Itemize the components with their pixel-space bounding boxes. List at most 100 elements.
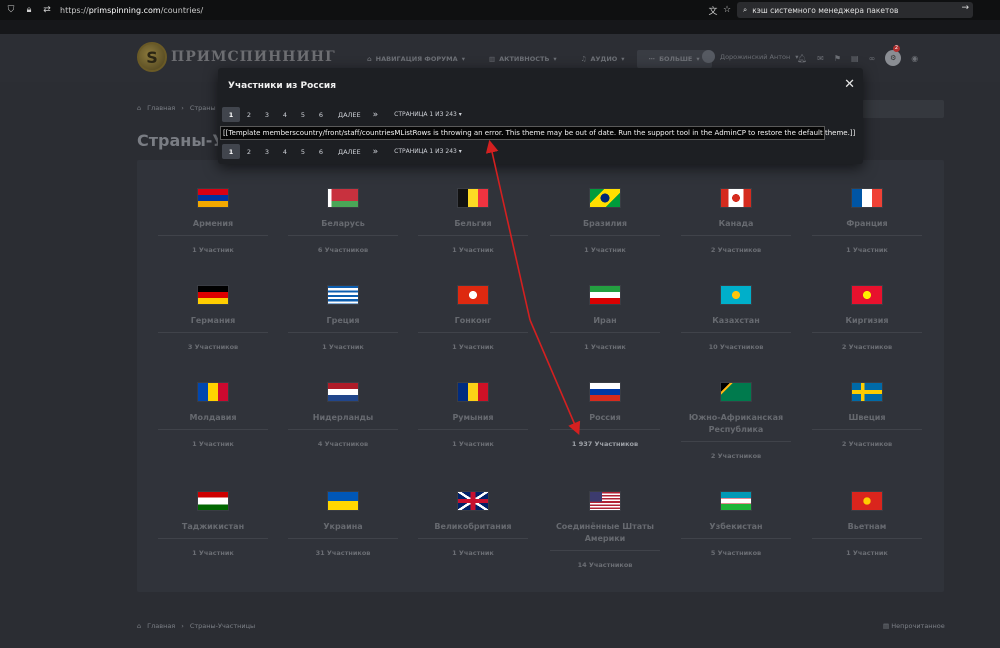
account-icon[interactable]: ⚙ <box>885 50 902 66</box>
page-jump-dropdown[interactable]: СТРАНИЦА 1 ИЗ 243 ▾ <box>394 111 462 118</box>
country-name[interactable]: Армения <box>158 218 268 230</box>
link-icon[interactable]: ∞ <box>869 54 876 63</box>
last-page-link[interactable]: » <box>373 110 379 120</box>
country-count[interactable]: 1 Участник <box>418 246 528 254</box>
mail-icon[interactable]: ✉ <box>817 54 824 63</box>
country-card[interactable]: Бразилия 1 Участник <box>550 188 660 254</box>
country-count[interactable]: 3 Участников <box>158 343 268 351</box>
country-name[interactable]: Беларусь <box>288 218 398 230</box>
country-count[interactable]: 2 Участников <box>812 440 922 448</box>
country-card[interactable]: Вьетнам 1 Участник <box>812 491 922 557</box>
country-count[interactable]: 2 Участников <box>681 246 791 254</box>
country-card[interactable]: Великобритания 1 Участник <box>418 491 528 557</box>
country-count[interactable]: 4 Участников <box>288 440 398 448</box>
country-name[interactable]: Таджикистан <box>158 521 268 533</box>
country-count[interactable]: 10 Участников <box>681 343 791 351</box>
country-name[interactable]: Южно-Африканская Республика <box>681 412 791 436</box>
footer-breadcrumb-home[interactable]: Главная <box>147 622 175 630</box>
country-card[interactable]: Канада 2 Участников <box>681 188 791 254</box>
country-count[interactable]: 14 Участников <box>550 561 660 569</box>
flag-icon[interactable]: ⚑ <box>834 54 841 63</box>
country-name[interactable]: Молдавия <box>158 412 268 424</box>
breadcrumb-home[interactable]: Главная <box>147 104 175 112</box>
country-count[interactable]: 1 Участник <box>550 246 660 254</box>
country-card[interactable]: Таджикистан 1 Участник <box>158 491 268 557</box>
page-link-2[interactable]: 2 <box>240 144 258 159</box>
country-count[interactable]: 1 Участник <box>812 246 922 254</box>
country-card[interactable]: Узбекистан 5 Участников <box>681 491 791 557</box>
next-page-link[interactable]: ДАЛЕЕ <box>338 111 361 119</box>
country-count[interactable]: 1 Участник <box>418 343 528 351</box>
page-jump-dropdown[interactable]: СТРАНИЦА 1 ИЗ 243 ▾ <box>394 148 462 155</box>
search-go-icon[interactable]: → <box>961 3 969 13</box>
close-icon[interactable]: ✕ <box>844 77 855 92</box>
page-link-4[interactable]: 4 <box>276 107 294 122</box>
country-card[interactable]: Румыния 1 Участник <box>418 382 528 448</box>
country-card[interactable]: Соединённые Штаты Америки 14 Участников <box>550 491 660 569</box>
country-name[interactable]: Соединённые Штаты Америки <box>550 521 660 545</box>
country-count[interactable]: 2 Участников <box>681 452 791 460</box>
page-link-5[interactable]: 5 <box>294 144 312 159</box>
country-card[interactable]: Украина 31 Участников <box>288 491 398 557</box>
country-name[interactable]: Иран <box>550 315 660 327</box>
next-page-link[interactable]: ДАЛЕЕ <box>338 148 361 156</box>
country-count[interactable]: 1 Участник <box>158 440 268 448</box>
country-name[interactable]: Украина <box>288 521 398 533</box>
country-card[interactable]: Россия 1 937 Участников <box>550 382 660 448</box>
nav-forum[interactable]: ⌂ НАВИГАЦИЯ ФОРУМА ▾ <box>355 50 477 68</box>
country-name[interactable]: Бельгия <box>418 218 528 230</box>
country-card[interactable]: Бельгия 1 Участник <box>418 188 528 254</box>
country-name[interactable]: Киргизия <box>812 315 922 327</box>
country-count[interactable]: 2 Участников <box>812 343 922 351</box>
unread-link[interactable]: ▤ Непрочитанное <box>883 622 945 630</box>
country-card[interactable]: Иран 1 Участник <box>550 285 660 351</box>
country-count[interactable]: 6 Участников <box>288 246 398 254</box>
country-name[interactable]: Вьетнам <box>812 521 922 533</box>
country-name[interactable]: Бразилия <box>550 218 660 230</box>
country-count-russia[interactable]: 1 937 Участников <box>550 440 660 448</box>
translate-icon[interactable]: 文 <box>706 3 720 17</box>
country-name[interactable]: Россия <box>550 412 660 424</box>
country-card[interactable]: Швеция 2 Участников <box>812 382 922 448</box>
country-count[interactable]: 31 Участников <box>288 549 398 557</box>
country-card[interactable]: Германия 3 Участников <box>158 285 268 351</box>
nav-audio[interactable]: ♫ АУДИО ▾ <box>569 50 637 68</box>
country-count[interactable]: 1 Участник <box>418 440 528 448</box>
bell-icon[interactable]: 🔔︎ <box>797 54 807 63</box>
country-name[interactable]: Гонконг <box>418 315 528 327</box>
page-link-4[interactable]: 4 <box>276 144 294 159</box>
country-card[interactable]: Беларусь 6 Участников <box>288 188 398 254</box>
country-count[interactable]: 1 Участник <box>158 549 268 557</box>
country-name[interactable]: Греция <box>288 315 398 327</box>
bookmark-star-icon[interactable]: ☆ <box>720 3 734 17</box>
country-count[interactable]: 1 Участник <box>812 549 922 557</box>
country-card[interactable]: Киргизия 2 Участников <box>812 285 922 351</box>
page-link-1[interactable]: 1 <box>222 107 240 122</box>
page-link-5[interactable]: 5 <box>294 107 312 122</box>
country-name[interactable]: Румыния <box>418 412 528 424</box>
country-name[interactable]: Канада <box>681 218 791 230</box>
user-menu[interactable]: Дорожинский Антон ▾ <box>702 50 798 63</box>
country-card[interactable]: Нидерланды 4 Участников <box>288 382 398 448</box>
page-link-1[interactable]: 1 <box>222 144 240 159</box>
address-bar[interactable]: https://primspinning.com/countries/ <box>60 6 203 15</box>
country-card[interactable]: Франция 1 Участник <box>812 188 922 254</box>
document-icon[interactable]: ▤ <box>851 54 859 63</box>
permissions-icon[interactable]: ⇄ <box>40 3 54 17</box>
footer-breadcrumb-current[interactable]: Страны-Участницы <box>190 622 255 630</box>
last-page-link[interactable]: » <box>373 147 379 157</box>
search-input[interactable]: ⌕ кэш системного менеджера пакетов → <box>737 2 973 18</box>
lock-icon[interactable]: 🔒︎ <box>22 3 36 17</box>
page-link-3[interactable]: 3 <box>258 107 276 122</box>
country-name[interactable]: Узбекистан <box>681 521 791 533</box>
country-card[interactable]: Армения 1 Участник <box>158 188 268 254</box>
page-link-2[interactable]: 2 <box>240 107 258 122</box>
country-name[interactable]: Швеция <box>812 412 922 424</box>
breadcrumb-current[interactable]: Страны <box>190 104 216 112</box>
page-link-3[interactable]: 3 <box>258 144 276 159</box>
nav-activity[interactable]: ▥ АКТИВНОСТЬ ▾ <box>477 50 569 68</box>
country-name[interactable]: Казахстан <box>681 315 791 327</box>
nav-more[interactable]: ⋯ БОЛЬШЕ ▾ <box>636 50 712 68</box>
country-card[interactable]: Гонконг 1 Участник <box>418 285 528 351</box>
country-name[interactable]: Великобритания <box>418 521 528 533</box>
